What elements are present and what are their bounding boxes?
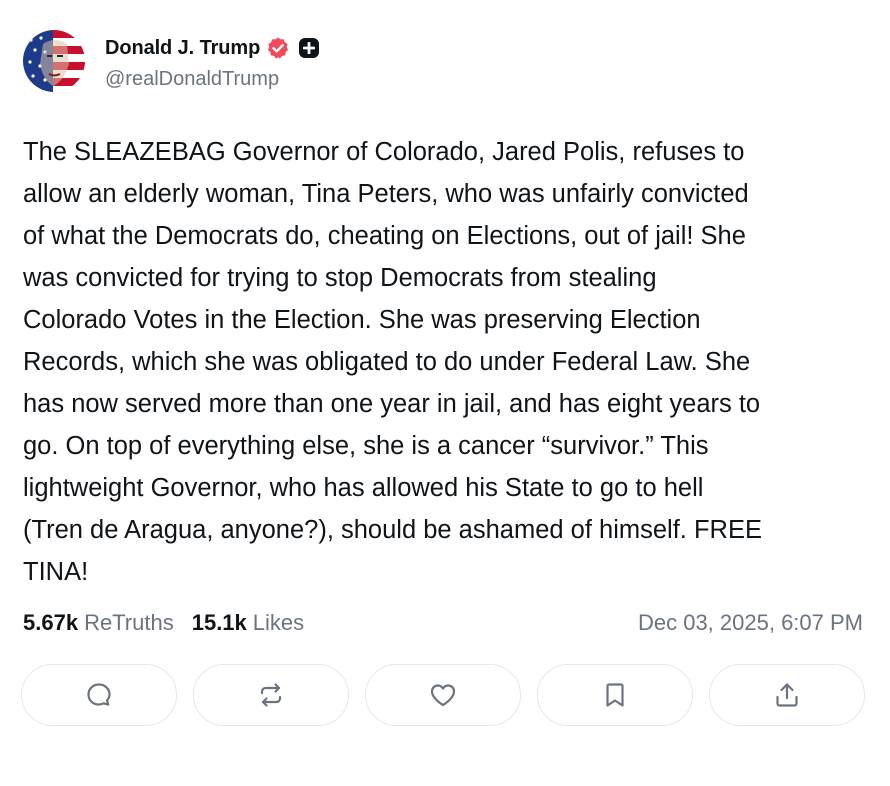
bookmark-button[interactable] <box>537 664 693 726</box>
reply-button[interactable] <box>21 664 177 726</box>
avatar[interactable] <box>23 30 85 92</box>
bookmark-icon <box>606 683 624 707</box>
reply-icon <box>87 683 111 706</box>
retruths-label[interactable]: ReTruths <box>84 610 174 636</box>
avatar-image <box>23 30 85 92</box>
action-bar <box>21 664 865 728</box>
post-header: Donald J. Trump @realDonaldTrump <box>23 30 320 96</box>
author-display-name[interactable]: Donald J. Trump <box>105 37 260 60</box>
name-row: Donald J. Trump <box>105 34 320 62</box>
verified-badge-icon <box>266 36 290 60</box>
author-names: Donald J. Trump @realDonaldTrump <box>105 34 320 91</box>
truth-plus-icon <box>298 37 320 59</box>
retruth-button[interactable] <box>193 664 349 726</box>
post-card: Donald J. Trump @realDonaldTrump The SLE… <box>0 0 890 786</box>
like-icon <box>430 684 456 707</box>
retruth-icon <box>260 683 282 707</box>
likes-label[interactable]: Likes <box>253 610 304 636</box>
author-handle[interactable]: @realDonaldTrump <box>105 68 320 91</box>
post-stats: 5.67k ReTruths 15.1k Likes Dec 03, 2025,… <box>23 606 863 640</box>
likes-count[interactable]: 15.1k <box>192 610 247 636</box>
share-icon <box>776 683 798 707</box>
share-button[interactable] <box>709 664 865 726</box>
post-timestamp[interactable]: Dec 03, 2025, 6:07 PM <box>638 610 863 636</box>
post-text: The SLEAZEBAG Governor of Colorado, Jare… <box>23 138 762 586</box>
like-button[interactable] <box>365 664 521 726</box>
retruths-count[interactable]: 5.67k <box>23 610 78 636</box>
